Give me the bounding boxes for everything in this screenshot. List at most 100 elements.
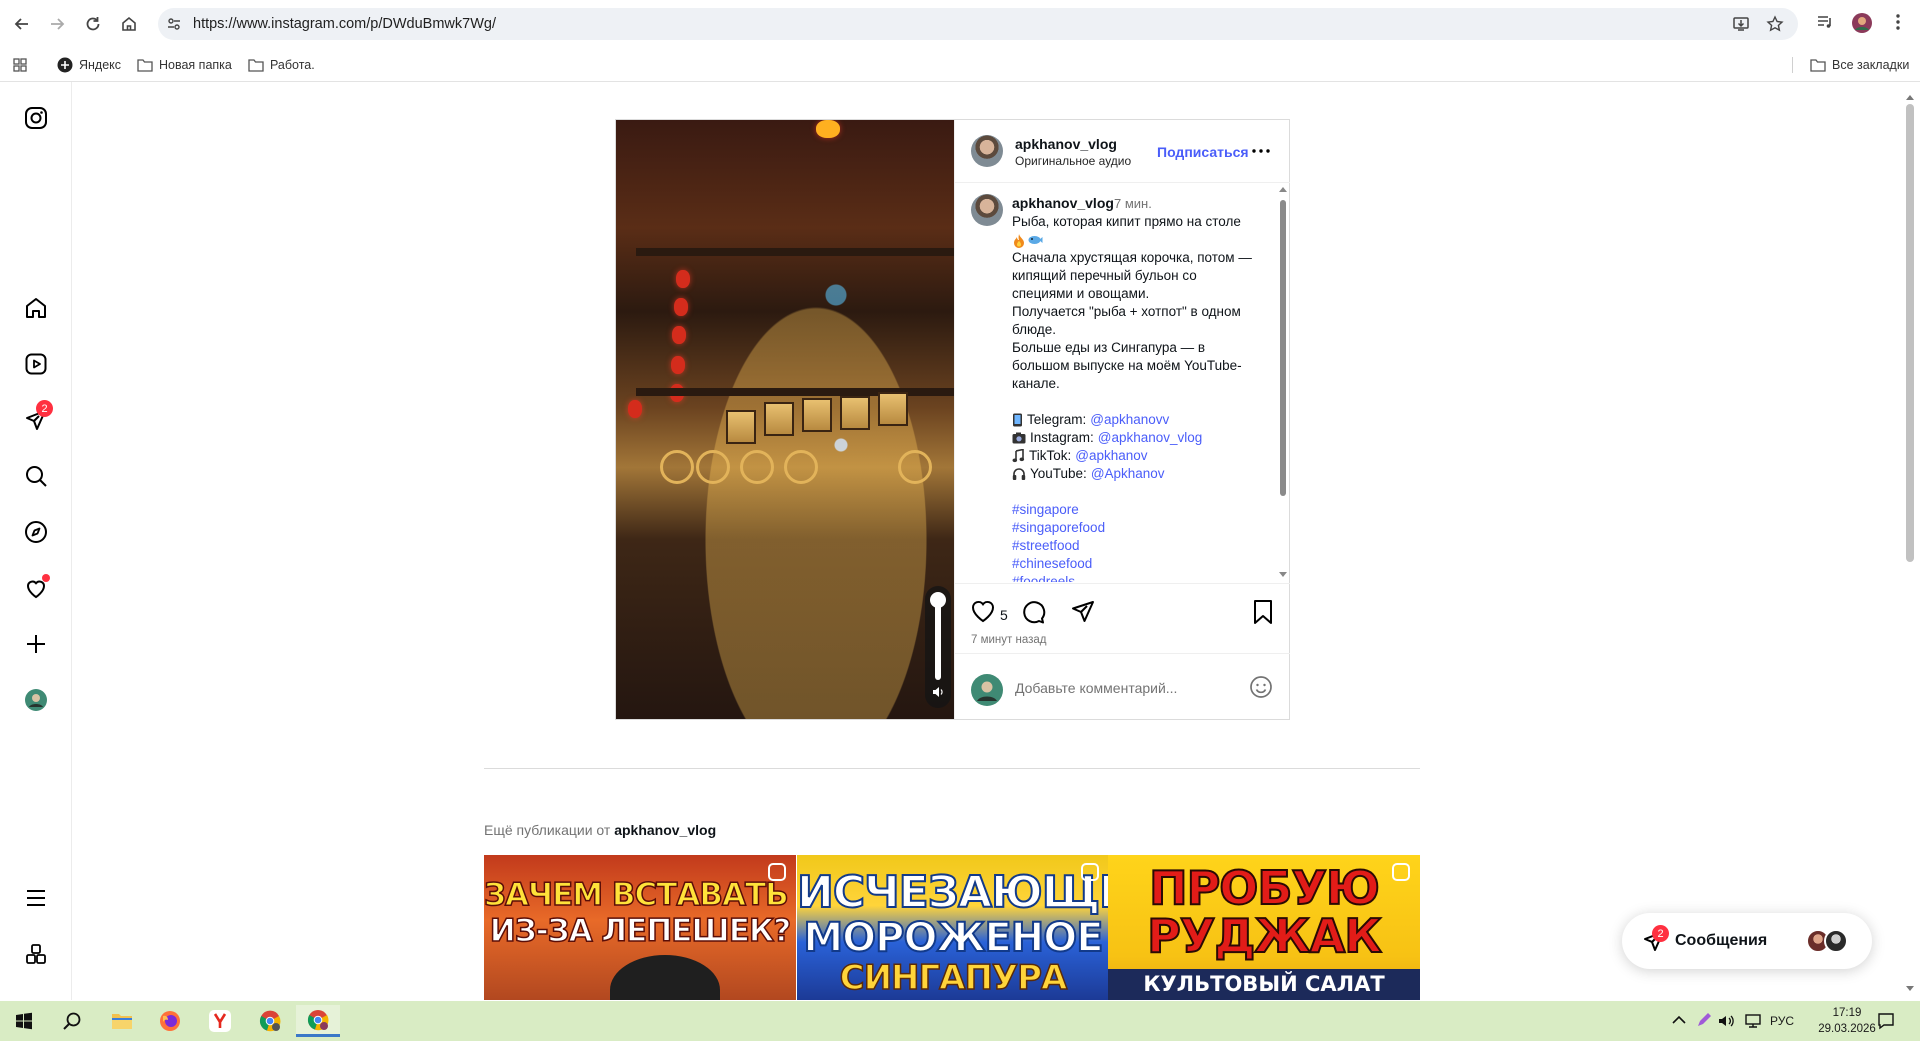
hashtag-link[interactable]: #streetfood bbox=[1012, 537, 1272, 555]
reels-icon[interactable] bbox=[22, 350, 50, 378]
author-username[interactable]: apkhanov_vlog bbox=[1015, 136, 1117, 152]
forward-button[interactable] bbox=[45, 12, 69, 36]
keyboard-language[interactable]: РУС bbox=[1770, 1014, 1794, 1028]
volume-icon[interactable] bbox=[1718, 1013, 1734, 1029]
more-menu-icon[interactable] bbox=[22, 884, 50, 912]
more-post-thumbnail[interactable]: ЗАЧЕМ ВСТАВАТЬ РАНО ИЗ-ЗА ЛЕПЕШЕК? bbox=[484, 855, 796, 1000]
direct-messages-icon[interactable]: 2 bbox=[22, 400, 53, 434]
follow-button[interactable]: Подписаться bbox=[1157, 144, 1249, 160]
hashtag-link[interactable]: #singapore bbox=[1012, 501, 1272, 519]
music-note-emoji-icon bbox=[1012, 449, 1025, 463]
media-controls-icon[interactable] bbox=[1815, 12, 1835, 32]
hashtag-link[interactable]: #foodreels bbox=[1012, 573, 1272, 582]
start-windows-icon[interactable] bbox=[2, 1005, 46, 1037]
also-from-meta-icon[interactable] bbox=[22, 940, 50, 968]
messages-badge: 2 bbox=[1652, 925, 1669, 942]
reload-button[interactable] bbox=[81, 12, 105, 36]
caption-scrollbar[interactable] bbox=[1277, 184, 1289, 582]
reel-icon bbox=[1081, 863, 1099, 881]
url-text[interactable]: https://www.instagram.com/p/DWduBmwk7Wg/ bbox=[193, 16, 496, 32]
firefox-icon[interactable] bbox=[148, 1005, 192, 1037]
audio-label[interactable]: Оригинальное аудио bbox=[1015, 154, 1131, 168]
like-heart-icon[interactable] bbox=[970, 599, 996, 623]
volume-slider[interactable] bbox=[925, 586, 951, 708]
site-settings-icon[interactable] bbox=[166, 16, 182, 32]
social-link[interactable]: @apkhanov_vlog bbox=[1098, 429, 1203, 447]
caption-line: Рыба, которая кипит прямо на столе bbox=[1012, 214, 1241, 229]
post-actions: 5 7 минут назад bbox=[955, 583, 1290, 653]
instagram-logo-icon[interactable] bbox=[22, 104, 50, 132]
caption-scrollbar-thumb[interactable] bbox=[1280, 200, 1286, 496]
scroll-down-arrow-icon[interactable] bbox=[1279, 572, 1287, 578]
chrome-profile-icon[interactable] bbox=[248, 1005, 292, 1037]
apps-grid-icon[interactable] bbox=[12, 56, 28, 74]
windows-taskbar: РУС 17:19 29.03.2026 bbox=[0, 1001, 1920, 1041]
caption-avatar[interactable] bbox=[971, 194, 1003, 226]
social-link[interactable]: @Apkhanov bbox=[1091, 465, 1165, 483]
hashtag-link[interactable]: #chinesefood bbox=[1012, 555, 1272, 573]
profile-avatar[interactable] bbox=[22, 686, 50, 714]
explore-compass-icon[interactable] bbox=[22, 518, 50, 546]
more-posts-username[interactable]: apkhanov_vlog bbox=[614, 822, 716, 838]
notification-center-icon[interactable] bbox=[1877, 1012, 1895, 1030]
bookmark-star-icon[interactable] bbox=[1766, 15, 1784, 33]
social-link[interactable]: @apkhanov bbox=[1075, 447, 1147, 465]
bookmark-label: Новая папка bbox=[159, 58, 232, 72]
menu-kebab-icon[interactable] bbox=[1888, 12, 1908, 32]
folder-icon bbox=[248, 59, 264, 72]
more-post-thumbnail[interactable]: ИСЧЕЗАЮЩЕЕ МОРОЖЕНОЕ СИНГАПУРА bbox=[797, 855, 1109, 1000]
more-post-thumbnail[interactable]: ПРОБУЮ РУДЖАК КУЛЬТОВЫЙ САЛАТ БАЛИ bbox=[1108, 855, 1420, 1000]
install-app-icon[interactable] bbox=[1732, 15, 1750, 33]
search-icon[interactable] bbox=[22, 462, 50, 490]
home-icon[interactable] bbox=[22, 294, 50, 322]
thumbnail-text: СИНГАПУРА bbox=[839, 957, 1068, 999]
network-icon[interactable] bbox=[1744, 1013, 1762, 1029]
home-button[interactable] bbox=[117, 12, 141, 36]
pen-icon[interactable] bbox=[1696, 1012, 1712, 1028]
yandex-browser-icon[interactable] bbox=[198, 1005, 242, 1037]
post-video[interactable] bbox=[616, 120, 954, 719]
bookmark-folder-work[interactable]: Работа. bbox=[248, 56, 315, 74]
create-plus-icon[interactable] bbox=[22, 630, 50, 658]
share-icon[interactable] bbox=[1070, 599, 1096, 625]
all-bookmarks[interactable]: Все закладки bbox=[1810, 56, 1909, 74]
address-bar[interactable]: https://www.instagram.com/p/DWduBmwk7Wg/ bbox=[158, 8, 1798, 40]
conversation-avatar bbox=[1824, 929, 1848, 953]
bookmark-folder-new[interactable]: Новая папка bbox=[137, 56, 232, 74]
like-count[interactable]: 5 bbox=[1000, 607, 1008, 623]
scroll-up-arrow-icon[interactable] bbox=[1906, 94, 1914, 100]
more-options-icon[interactable] bbox=[1252, 149, 1270, 153]
thumbnail-text: МОРОЖЕНОЕ bbox=[802, 914, 1104, 962]
save-bookmark-icon[interactable] bbox=[1252, 599, 1274, 625]
notifications-heart-icon[interactable] bbox=[22, 574, 50, 602]
caption-line: Больше еды из Сингапура — в bbox=[1012, 340, 1206, 355]
scroll-down-arrow-icon[interactable] bbox=[1906, 986, 1914, 992]
volume-slider-handle[interactable] bbox=[930, 592, 946, 608]
emoji-picker-icon[interactable] bbox=[1249, 675, 1273, 699]
post-card: apkhanov_vlog Оригинальное аудио Подписа… bbox=[615, 119, 1290, 720]
scroll-up-arrow-icon[interactable] bbox=[1279, 186, 1287, 192]
profile-avatar[interactable] bbox=[1851, 12, 1873, 34]
back-button[interactable] bbox=[10, 12, 34, 36]
file-explorer-icon[interactable] bbox=[100, 1005, 144, 1037]
social-label: Telegram: bbox=[1027, 412, 1087, 427]
page-scrollbar[interactable] bbox=[1903, 94, 1917, 1000]
speaker-icon[interactable] bbox=[932, 686, 944, 698]
hashtag-link[interactable]: #singaporefood bbox=[1012, 519, 1272, 537]
comment-input[interactable] bbox=[1015, 678, 1235, 698]
chrome-active-icon[interactable] bbox=[296, 1005, 340, 1037]
author-avatar[interactable] bbox=[971, 135, 1003, 167]
page-scrollbar-thumb[interactable] bbox=[1906, 104, 1914, 562]
caption-username[interactable]: apkhanov_vlog bbox=[1012, 195, 1114, 211]
system-clock[interactable]: 17:19 29.03.2026 bbox=[1812, 1005, 1882, 1037]
bookmark-yandex[interactable]: Яндекс bbox=[57, 56, 121, 74]
thumbnail-text: ПРОБУЮ bbox=[1148, 860, 1381, 916]
more-posts-heading: Ещё публикации от apkhanov_vlog bbox=[484, 822, 716, 838]
comment-icon[interactable] bbox=[1020, 599, 1046, 625]
caption-scroll-area[interactable]: apkhanov_vlog 7 мин. Рыба, которая кипит… bbox=[955, 184, 1290, 582]
tray-chevron-up-icon[interactable] bbox=[1672, 1015, 1686, 1025]
headphones-emoji-icon bbox=[1012, 468, 1026, 480]
search-icon[interactable] bbox=[50, 1005, 94, 1037]
social-link[interactable]: @apkhanovv bbox=[1090, 411, 1169, 429]
messages-dock[interactable]: 2 Сообщения bbox=[1622, 913, 1872, 969]
